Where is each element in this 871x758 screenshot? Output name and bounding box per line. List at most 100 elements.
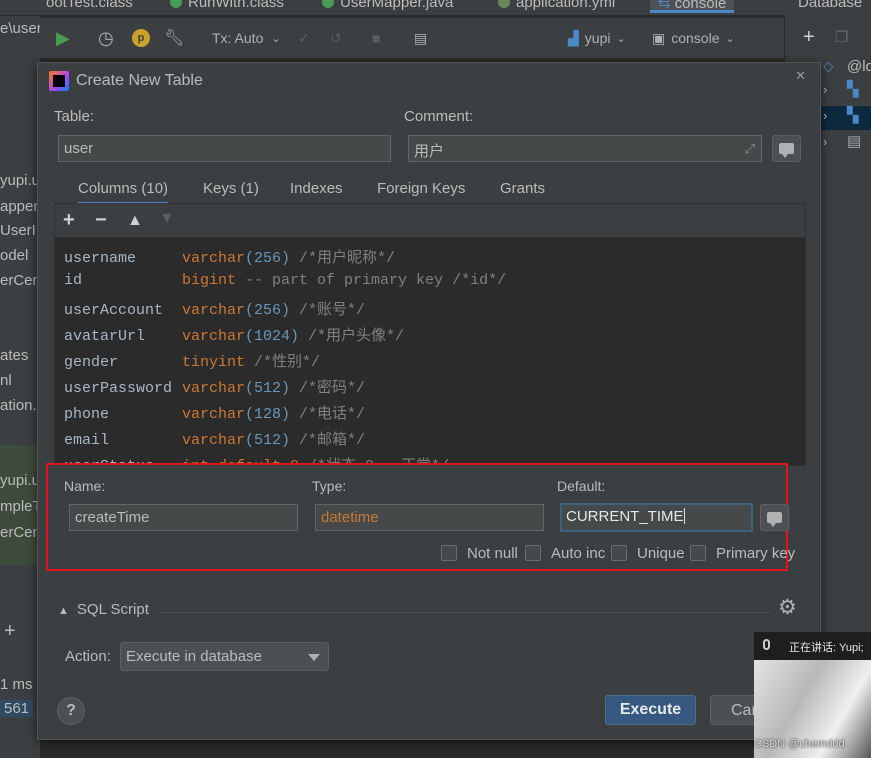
schema-dropdown[interactable]: ▟ yupi ⌄	[568, 26, 626, 50]
default-label: Default:	[557, 478, 606, 494]
editor-tab[interactable]: ootTest.class	[46, 0, 133, 14]
schema-icon: ▚	[847, 107, 859, 124]
editor-tab[interactable]: application.yml	[498, 0, 615, 14]
settings-wrench-icon[interactable]: 🔧︎	[164, 26, 184, 50]
tab-grants[interactable]: Grants	[500, 180, 545, 197]
not-null-checkbox[interactable]: Not null	[441, 545, 518, 562]
comment-button[interactable]	[772, 135, 801, 162]
move-up-icon[interactable]: ▲	[127, 212, 143, 230]
history-icon[interactable]: ◷	[98, 26, 114, 50]
add-datasource-icon[interactable]: +	[803, 26, 815, 49]
stop-icon[interactable]: ■	[372, 26, 380, 50]
watermark: CSDN @chemddd	[754, 738, 845, 750]
tab-columns[interactable]: Columns (10)	[78, 180, 169, 205]
project-item[interactable]: erCen	[0, 272, 41, 289]
add-icon[interactable]: +	[4, 620, 16, 643]
speaker-bar: 正在讲话: Yupi;	[754, 632, 871, 660]
session-icon: ▣	[652, 29, 666, 46]
datasource-icon: ⬦	[823, 58, 834, 75]
checkbox-box	[525, 545, 541, 561]
project-item[interactable]: nl	[0, 372, 12, 389]
collapse-triangle-icon: ▲	[58, 605, 69, 617]
column-row[interactable]: email varchar(512) /*邮箱*/	[64, 428, 365, 449]
run-count: 561	[0, 700, 34, 717]
name-label: Name:	[64, 478, 106, 494]
tab-indexes[interactable]: Indexes	[290, 180, 343, 197]
run-icon[interactable]: ▶	[56, 26, 70, 50]
unique-checkbox[interactable]: Unique	[611, 545, 685, 562]
column-row[interactable]: phone varchar(128) /*电话*/	[64, 402, 365, 423]
console-toolbar: ▶ ◷ p 🔧︎ Tx: Auto ⌄ ✓ ↺ ■ ▤ ▟ yupi ⌄ ▣ conso…	[40, 18, 784, 58]
column-row[interactable]: avatarUrl varchar(1024) /*用户头像*/	[64, 324, 404, 345]
default-comment-button[interactable]	[760, 504, 789, 531]
sql-script-toggle[interactable]: ▲ SQL Script	[58, 601, 149, 618]
rollback-icon[interactable]: ↺	[330, 26, 342, 50]
ide-window: ootTest.class RunWith.class UserMapper.j…	[0, 0, 871, 758]
create-table-dialog: Create New Table ✕ Table: user Comment: …	[37, 62, 821, 740]
editor-tab[interactable]: UserMapper.java	[322, 0, 453, 14]
tab-keys[interactable]: Keys (1)	[203, 180, 259, 197]
column-row[interactable]: userAccount varchar(256) /*账号*/	[64, 298, 365, 319]
editor-tab-active[interactable]: ⇆ console	[650, 0, 735, 13]
close-icon[interactable]: ✕	[795, 68, 806, 84]
column-row[interactable]: userPassword varchar(512) /*密码*/	[64, 376, 365, 397]
tx-mode-dropdown[interactable]: Tx: Auto ⌄	[212, 26, 281, 50]
editor-tab[interactable]: RunWith.class	[170, 0, 284, 14]
column-row[interactable]: gender tinyint /*性别*/	[64, 350, 320, 371]
datasource-label[interactable]: @lo	[847, 58, 871, 75]
dialog-title: Create New Table	[76, 72, 203, 89]
comment-bubble-icon	[767, 512, 782, 527]
column-name-input[interactable]: createTime	[69, 504, 298, 531]
gear-icon[interactable]: ⚙	[778, 595, 797, 620]
add-column-icon[interactable]: +	[63, 209, 75, 232]
chevron-down-icon	[308, 654, 320, 661]
move-down-icon[interactable]: ▼	[159, 210, 175, 228]
chevron-down-icon: ⌄	[616, 32, 626, 45]
class-icon	[170, 0, 182, 8]
project-item[interactable]: ates	[0, 347, 28, 364]
execute-button[interactable]: Execute	[605, 695, 696, 725]
table-view-icon[interactable]: ▤	[414, 26, 427, 50]
comment-label: Comment:	[404, 108, 474, 125]
tab-foreign-keys[interactable]: Foreign Keys	[377, 180, 465, 197]
chevron-right-icon[interactable]: ›	[823, 108, 827, 123]
schema-icon: ▟	[568, 29, 579, 46]
table-name-input[interactable]: user	[58, 135, 391, 162]
primary-key-checkbox[interactable]: Primary key	[690, 545, 822, 562]
comment-input[interactable]: 用户 ⤢	[408, 135, 762, 162]
expand-icon[interactable]: ⤢	[745, 141, 755, 157]
checkbox-box	[611, 545, 627, 561]
project-item[interactable]: mpleT	[0, 498, 42, 515]
database-title: Database	[798, 0, 863, 11]
column-row[interactable]: username varchar(256) /*用户昵称*/	[64, 246, 395, 267]
column-type-input[interactable]: datetime	[315, 504, 544, 531]
project-item[interactable]: odel	[0, 247, 28, 264]
console-icon: ⇆	[658, 0, 671, 12]
copy-icon[interactable]: ❐	[835, 28, 848, 46]
project-item[interactable]: UserI	[0, 222, 36, 239]
help-button[interactable]: ?	[57, 697, 85, 725]
project-item[interactable]: apper	[0, 198, 38, 215]
chevron-right-icon[interactable]: ›	[823, 82, 827, 97]
column-row[interactable]: id bigint -- part of primary key /*id*/	[64, 272, 506, 289]
project-item[interactable]: ation.	[0, 397, 37, 414]
columns-toolbar: + − ▲ ▼	[55, 204, 805, 238]
checkbox-box	[441, 545, 457, 561]
project-item[interactable]: erCen	[0, 524, 41, 541]
separator	[160, 612, 770, 613]
intellij-logo-icon	[49, 71, 69, 91]
chevron-down-icon: ⌄	[271, 32, 281, 45]
auto-inc-checkbox[interactable]: Auto inc	[525, 545, 605, 562]
editor-tab-bar: ootTest.class RunWith.class UserMapper.j…	[0, 0, 871, 16]
session-dropdown[interactable]: ▣ console ⌄	[652, 26, 735, 50]
run-time: 1 ms	[0, 676, 33, 693]
default-value-input[interactable]: CURRENT_TIME	[560, 503, 753, 532]
checkbox-box	[690, 545, 706, 561]
profile-icon[interactable]: p	[132, 29, 150, 47]
remove-column-icon[interactable]: −	[95, 209, 107, 232]
chevron-down-icon: ⌄	[725, 32, 735, 45]
action-select[interactable]: Execute in database	[120, 642, 329, 671]
chevron-right-icon[interactable]: ›	[823, 134, 827, 149]
commit-icon[interactable]: ✓	[298, 26, 310, 50]
schema-icon: ▚	[847, 81, 859, 98]
